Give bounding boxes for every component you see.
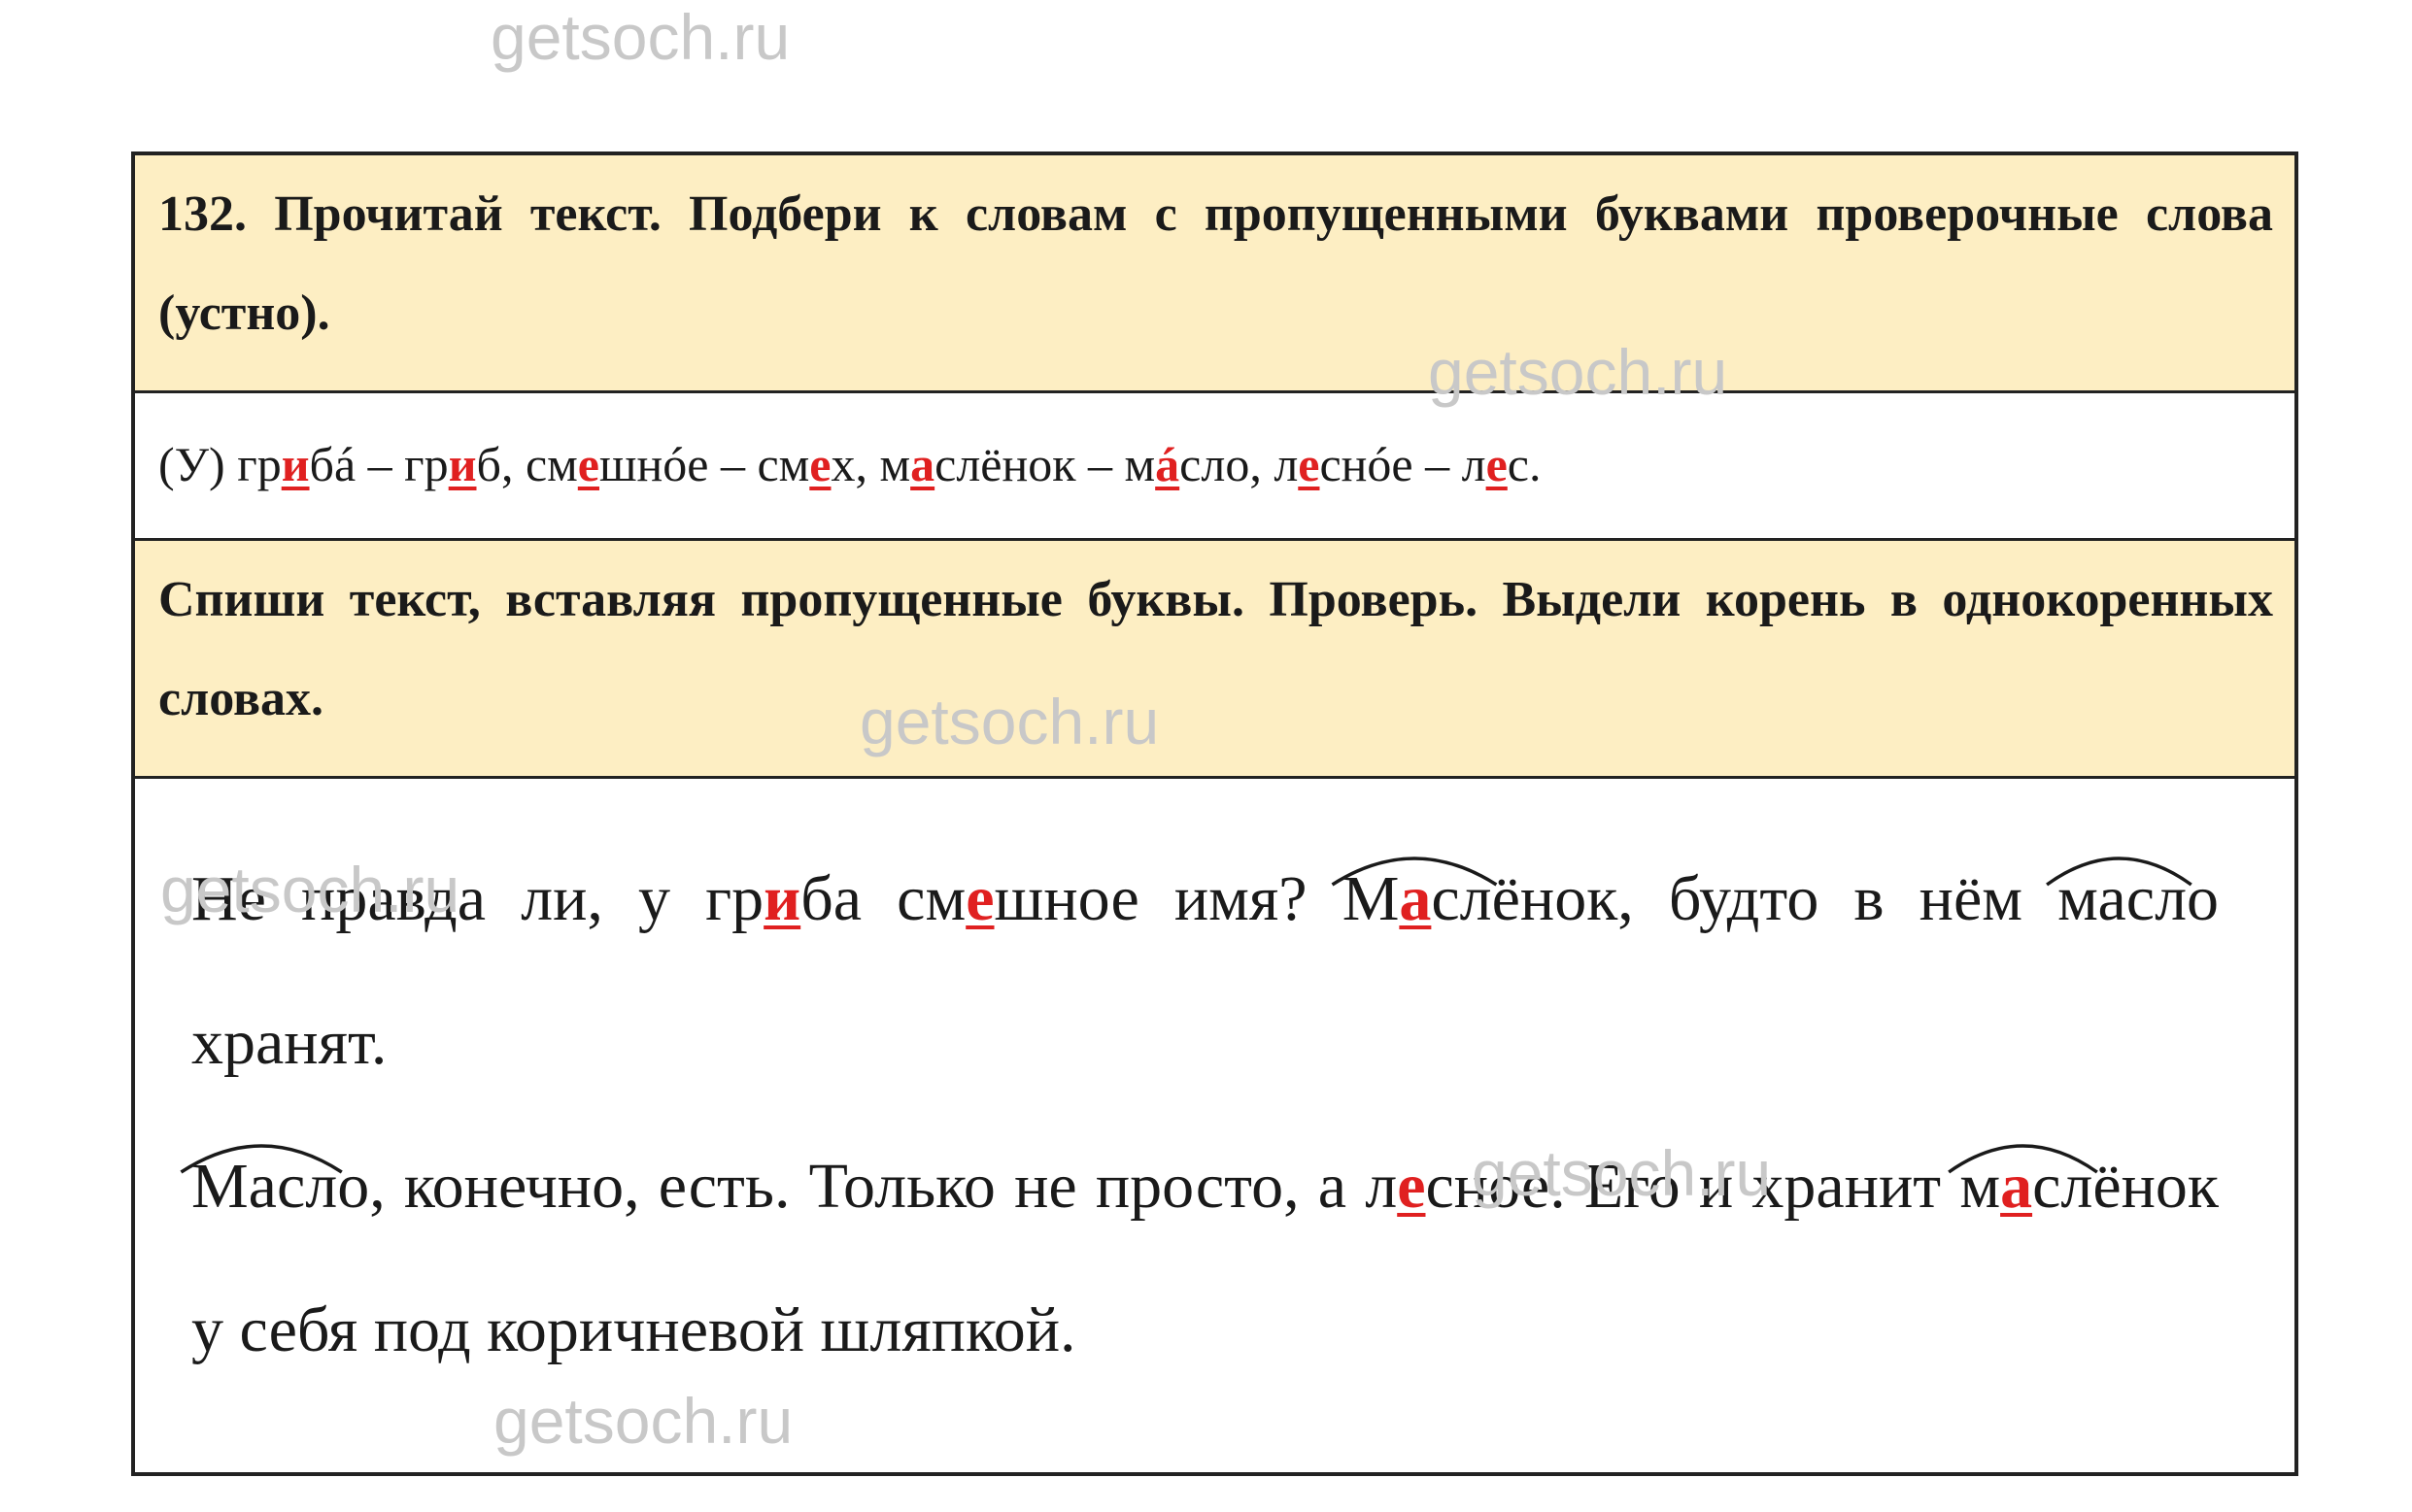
root-part: масл xyxy=(2057,863,2188,934)
word-part: м xyxy=(1124,437,1156,491)
text-fragment: шное имя? xyxy=(994,863,1342,934)
word-part: снóе xyxy=(1319,437,1413,491)
answer-written: Не правда ли, у гриба смешное имя? Маслё… xyxy=(135,779,2294,1472)
inserted-letter: а xyxy=(2000,1151,2033,1222)
word-part: б xyxy=(476,437,501,491)
root-arc-mark xyxy=(2044,794,2194,833)
word-part: сло xyxy=(1179,437,1250,491)
dash: – xyxy=(1412,437,1462,491)
inserted-letter: и xyxy=(281,437,310,491)
task-text-1: 132. Прочитай текст. Подбери к словам с … xyxy=(158,186,2273,341)
word-part: бá xyxy=(309,437,357,491)
root-part: сл xyxy=(2032,1151,2093,1222)
separator: . xyxy=(1529,437,1542,491)
word-part: см xyxy=(525,437,578,491)
answer-oral: (У) грибá – гриб, смешнóе – смех, маслён… xyxy=(135,393,2294,541)
dash: – xyxy=(1075,437,1125,491)
inserted-letter: е xyxy=(577,437,599,491)
answer-label: (У) xyxy=(158,437,225,491)
task-text-2: Спиши текст, вставляя пропущенные буквы.… xyxy=(158,572,2273,726)
word-part: шнóе xyxy=(599,437,709,491)
word-root: масл xyxy=(2057,827,2187,971)
word-part: л xyxy=(1461,437,1486,491)
task-instruction-1: 132. Прочитай текст. Подбери к словам с … xyxy=(135,155,2294,393)
word-part: х xyxy=(831,437,856,491)
check-letter: á xyxy=(1155,437,1180,491)
word-pair: смешнóе – смех, xyxy=(526,437,880,491)
inserted-letter: а xyxy=(1399,863,1432,934)
root-part: м xyxy=(1959,1151,2001,1222)
answer-oral-text: (У) грибá – гриб, смешнóе – смех, маслён… xyxy=(158,403,2273,525)
word-part: с xyxy=(1507,437,1529,491)
word-root: масл xyxy=(1959,1115,2092,1259)
word-pair: леснóе – лес. xyxy=(1274,437,1541,491)
word-part: слёнок xyxy=(934,437,1076,491)
separator: , xyxy=(500,437,526,491)
exercise-table: 132. Прочитай текст. Подбери к словам с … xyxy=(131,151,2298,1476)
word-pair: маслёнок – мáсло, xyxy=(880,437,1274,491)
separator: , xyxy=(855,437,880,491)
word-part: м xyxy=(879,437,911,491)
text-fragment: Не правда ли, у гр xyxy=(191,863,764,934)
root-arc-mark xyxy=(1329,794,1500,833)
separator: , xyxy=(1249,437,1274,491)
word-pair: грибá – гриб, xyxy=(237,437,526,491)
word-part: гр xyxy=(404,437,449,491)
check-letter: е xyxy=(1485,437,1508,491)
text-fragment: о, конечно, есть. Только не просто, а л xyxy=(337,1151,1398,1222)
task-instruction-2: Спиши текст, вставляя пропущенные буквы.… xyxy=(135,541,2294,779)
text-fragment: ба см xyxy=(800,863,967,934)
check-letter: е xyxy=(809,437,832,491)
root-part: М xyxy=(1342,863,1400,934)
dash: – xyxy=(708,437,758,491)
inserted-letter: и xyxy=(764,863,801,934)
inserted-letter: е xyxy=(966,863,995,934)
root-part: Масл xyxy=(191,1151,338,1222)
word-pairs: грибá – гриб, смешнóе – смех, маслёнок –… xyxy=(237,437,1541,491)
answer-paragraph-1: Не правда ли, у гриба смешное имя? Маслё… xyxy=(191,827,2219,1115)
dash: – xyxy=(356,437,405,491)
inserted-letter: е xyxy=(1397,1151,1426,1222)
word-root: Масл xyxy=(1342,827,1492,971)
word-root: Масл xyxy=(191,1115,337,1259)
text-fragment: ёнок, будто в нём xyxy=(1491,863,2058,934)
text-fragment: сное. Его и хранит xyxy=(1425,1151,1960,1222)
answer-paragraph-2: Масло, конечно, есть. Только не просто, … xyxy=(191,1115,2219,1402)
inserted-letter: е xyxy=(1298,437,1320,491)
check-letter: и xyxy=(448,437,477,491)
word-part: л xyxy=(1274,437,1299,491)
word-part: см xyxy=(757,437,810,491)
root-part: сл xyxy=(1431,863,1492,934)
watermark: getsoch.ru xyxy=(491,1,791,73)
word-part: гр xyxy=(237,437,282,491)
inserted-letter: а xyxy=(910,437,935,491)
